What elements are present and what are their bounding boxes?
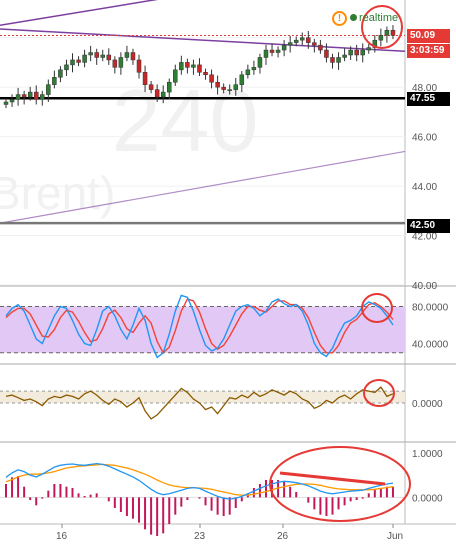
candle-body (130, 52, 136, 61)
countdown-tag: 3:03:59 (407, 44, 450, 58)
candle-body (257, 57, 263, 68)
candle-body (293, 39, 299, 43)
x-tick-label: 16 (56, 531, 68, 542)
candle-body (33, 91, 39, 100)
candle-body (209, 74, 214, 83)
candle-body (100, 54, 105, 58)
candle-body (348, 49, 353, 56)
candle-body (46, 84, 51, 95)
candle-body (166, 81, 172, 93)
stoch-tick-label: 80.0000 (412, 303, 449, 314)
candle-body (70, 59, 75, 66)
hline-tag-47: 47.55 (407, 92, 450, 106)
candle-body (191, 64, 196, 68)
realtime-badge[interactable]: realtime (350, 12, 398, 24)
hline-42-value: 42.50 (410, 220, 436, 231)
candle-body (251, 67, 257, 71)
x-tick-label: 23 (194, 531, 206, 542)
countdown-value: 3:03:59 (410, 45, 445, 56)
candle-body (324, 49, 329, 58)
candle-body (124, 52, 130, 58)
candle-body (287, 42, 293, 46)
hline-47-value: 47.55 (410, 93, 436, 104)
price-tick-label: 44.00 (412, 182, 437, 193)
candle-body (330, 57, 335, 63)
osc-tick-label: 0.0000 (412, 399, 443, 410)
x-tick-label: 26 (277, 531, 289, 542)
candle-body (378, 34, 384, 41)
candle-body (64, 64, 69, 71)
stoch-band (0, 306, 405, 353)
candle-body (142, 72, 148, 85)
candle-body (390, 30, 396, 36)
candle-body (52, 77, 57, 85)
alert-indicator[interactable]: ! (332, 11, 347, 26)
candle-body (336, 57, 341, 63)
price-tick-label: 42.00 (412, 232, 437, 243)
price-tick-label: 46.00 (412, 133, 437, 144)
candle-body (263, 49, 269, 58)
chart-svg: 50.0048.0046.0044.0042.0040.0080.000040.… (0, 0, 456, 542)
candle-body (318, 44, 323, 51)
candle-body (203, 72, 208, 76)
candle-body (9, 99, 15, 103)
candle-body (136, 59, 142, 73)
candle-body (15, 94, 21, 100)
candle-body (312, 42, 317, 46)
last-price-tag: 50.09 (407, 29, 450, 43)
exclamation-circle-icon: ! (337, 13, 342, 24)
candle-body (300, 37, 305, 41)
last-price-value: 50.09 (410, 30, 436, 41)
trendline-lower (0, 150, 406, 224)
macd-tick-label: 1.0000 (412, 449, 443, 460)
candle-body (118, 57, 124, 68)
trendline-upper (0, 0, 159, 27)
candle-body (227, 89, 232, 91)
candle-body (366, 47, 372, 51)
candle-body (360, 49, 365, 56)
candle-body (306, 37, 311, 43)
stoch-tick-label: 40.0000 (412, 340, 449, 351)
candle-body (233, 84, 239, 90)
candle-body (384, 30, 390, 36)
candle-body (275, 49, 281, 53)
candle-body (269, 49, 275, 53)
candle-body (58, 69, 63, 78)
candle-body (94, 52, 99, 58)
x-tick-label: Jun (387, 531, 403, 542)
realtime-label: realtime (359, 12, 399, 24)
candle-body (281, 44, 287, 51)
candle-body (239, 74, 245, 85)
candle-body (27, 91, 33, 98)
realtime-dot-icon (350, 14, 357, 21)
candle-body (3, 101, 9, 105)
candle-body (148, 84, 154, 90)
candle-body (88, 52, 93, 56)
candle-body (112, 59, 118, 68)
candle-body (185, 62, 190, 68)
candle-body (21, 94, 27, 98)
trendline-resistance (0, 28, 406, 53)
price-tick-label: 40.00 (412, 281, 437, 292)
candle-body (40, 94, 45, 100)
candle-body (221, 86, 226, 90)
candle-body (173, 69, 178, 83)
macd-tick-label: 0.0000 (412, 493, 443, 504)
candle-body (245, 69, 251, 76)
candle-body (342, 54, 347, 58)
candle-body (106, 54, 112, 61)
candle-body (154, 89, 160, 98)
candle-body (354, 49, 359, 56)
candle-body (160, 91, 166, 98)
candle-body (82, 54, 87, 63)
hline-tag-42: 42.50 (407, 219, 450, 233)
chart-stage: 240 Brent) 50.0048.0046.0044.0042.0040.0… (0, 0, 456, 554)
candle-body (215, 81, 220, 88)
candle-body (76, 59, 81, 63)
candle-body (197, 64, 202, 73)
candle-body (179, 62, 184, 71)
